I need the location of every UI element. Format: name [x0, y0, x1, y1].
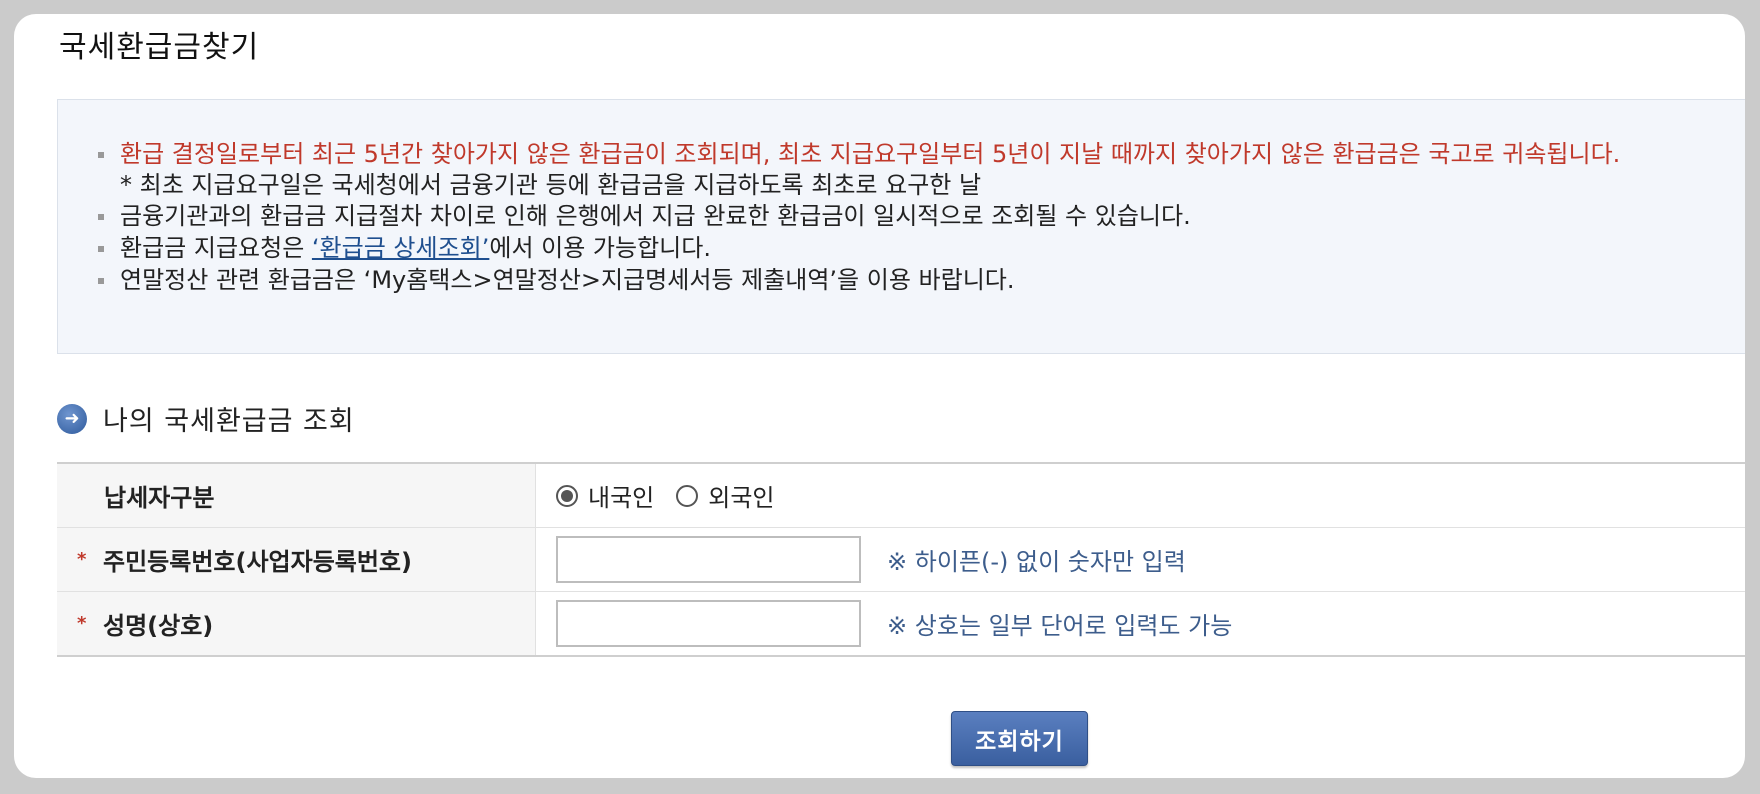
- id-number-value-cell: ※ 하이픈(-) 없이 숫자만 입력: [536, 528, 1186, 591]
- page-title: 국세환급금찾기: [59, 30, 260, 65]
- id-number-label-cell: * 주민등록번호(사업자등록번호): [57, 528, 536, 591]
- domestic-radio-label[interactable]: 내국인: [588, 478, 654, 513]
- domestic-radio[interactable]: [556, 484, 578, 507]
- section-title: 나의 국세환급금 조회: [103, 406, 355, 437]
- notice-item-request: 환급금 지급요청은 ‘환급금 상세조회’에서 이용 가능합니다.: [98, 232, 1620, 264]
- name-label-cell: * 성명(상호): [57, 592, 536, 655]
- notice-item-bank-timing: 금융기관과의 환급금 지급절차 차이로 인해 은행에서 지급 완료한 환급금이 …: [98, 200, 1620, 232]
- name-label: 성명(상호): [103, 612, 214, 640]
- notice-list: 환급 결정일로부터 최근 5년간 찾아가지 않은 환급금이 조회되며, 최초 지…: [98, 138, 1620, 296]
- id-number-hint: ※ 하이픈(-) 없이 숫자만 입력: [887, 548, 1186, 576]
- id-number-input[interactable]: [556, 536, 861, 583]
- search-button[interactable]: 조회하기: [951, 711, 1088, 766]
- foreign-radio[interactable]: [676, 484, 699, 507]
- notice-request-suffix: 에서 이용 가능합니다.: [489, 234, 711, 262]
- name-row: * 성명(상호) ※ 상호는 일부 단어로 입력도 가능: [57, 592, 1745, 655]
- name-hint: ※ 상호는 일부 단어로 입력도 가능: [887, 612, 1233, 640]
- taxpayer-type-options: 내국인 외국인: [536, 464, 797, 527]
- taxpayer-type-row: 납세자구분 내국인 외국인: [57, 464, 1745, 528]
- id-number-label: 주민등록번호(사업자등록번호): [103, 548, 412, 576]
- foreign-radio-label[interactable]: 외국인: [708, 478, 774, 513]
- required-mark: *: [77, 549, 87, 570]
- name-value-cell: ※ 상호는 일부 단어로 입력도 가능: [536, 592, 1232, 655]
- name-input[interactable]: [556, 600, 861, 647]
- notice-subnote: * 최초 지급요구일은 국세청에서 금융기관 등에 환급금을 지급하도록 최초로…: [120, 171, 982, 199]
- taxpayer-type-label: 납세자구분: [57, 464, 536, 527]
- notice-item-retention: 환급 결정일로부터 최근 5년간 찾아가지 않은 환급금이 조회되며, 최초 지…: [98, 138, 1620, 170]
- arrow-right-circle-icon: ➜: [57, 403, 87, 434]
- notice-box: 환급 결정일로부터 최근 5년간 찾아가지 않은 환급금이 조회되며, 최초 지…: [57, 99, 1745, 354]
- lookup-form: 납세자구분 내국인 외국인 * 주민등록번호(사업자등록번호) ※ 하이픈(-)…: [57, 462, 1745, 657]
- main-panel: 국세환급금찾기 환급 결정일로부터 최근 5년간 찾아가지 않은 환급금이 조회…: [14, 14, 1745, 778]
- refund-detail-link[interactable]: ‘환급금 상세조회’: [312, 234, 489, 262]
- section-header: ➜ 나의 국세환급금 조회: [57, 399, 355, 438]
- notice-item-year-end: 연말정산 관련 환급금은 ‘My홈택스>연말정산>지급명세서등 제출내역’을 이…: [98, 264, 1620, 296]
- required-mark: *: [77, 613, 87, 634]
- id-number-row: * 주민등록번호(사업자등록번호) ※ 하이픈(-) 없이 숫자만 입력: [57, 528, 1745, 592]
- notice-request-prefix: 환급금 지급요청은: [120, 234, 312, 262]
